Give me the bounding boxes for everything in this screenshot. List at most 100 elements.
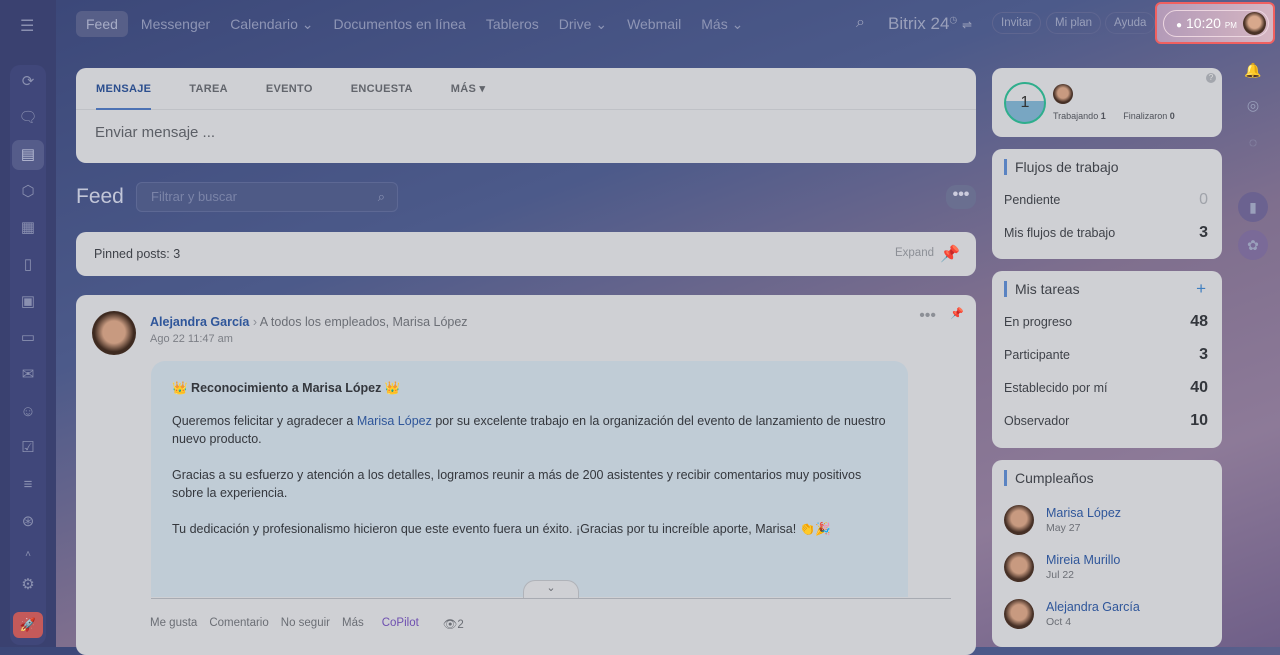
settings-icon[interactable]: ⚙	[12, 570, 44, 600]
copilot-icon[interactable]: ◎	[1238, 90, 1268, 120]
tab-more[interactable]: MÁS ▾	[451, 68, 486, 110]
contacts-icon[interactable]: ☺	[12, 397, 44, 427]
nav-drive[interactable]: Drive ⌄	[549, 11, 617, 38]
birthday-item[interactable]: Mireia Murillo Jul 22	[992, 543, 1222, 590]
row-value: 40	[1190, 378, 1208, 396]
message-input[interactable]: Enviar mensaje ...	[76, 110, 976, 155]
bell-icon[interactable]: 🔔	[1238, 55, 1268, 85]
post-text: Tu dedicación y profesionalismo hicieron…	[172, 522, 831, 536]
pin-icon[interactable]: 📌	[940, 244, 960, 264]
chat-icon[interactable]: ◌	[1238, 127, 1268, 157]
recipients[interactable]: A todos los empleados, Marisa López	[260, 315, 468, 329]
post-text: Gracias a su esfuerzo y atención a los d…	[172, 468, 862, 500]
task-row[interactable]: Participante 3	[992, 338, 1222, 371]
filter-icon[interactable]: ≡	[12, 470, 44, 500]
documents-icon[interactable]: ▯	[12, 250, 44, 280]
task-row[interactable]: Observador 10	[992, 404, 1222, 437]
more-button[interactable]: Más	[342, 617, 364, 631]
person-name[interactable]: Mireia Murillo	[1046, 553, 1120, 567]
row-label: Mis flujos de trabajo	[1004, 225, 1116, 240]
expand-chevron-icon[interactable]: ⌄	[523, 580, 579, 598]
pin-icon[interactable]: 📌	[950, 307, 964, 320]
user-avatar[interactable]	[1053, 84, 1073, 104]
feed-icon[interactable]: ▤	[12, 140, 44, 170]
workflows-title[interactable]: Flujos de trabajo	[1004, 159, 1222, 175]
post-menu-icon[interactable]: •••	[919, 307, 936, 325]
row-value: 3	[1199, 345, 1208, 363]
rocket-icon[interactable]: 🚀	[13, 612, 43, 638]
nav-feed[interactable]: Feed	[76, 11, 128, 37]
nav-more[interactable]: Más ⌄	[691, 11, 753, 38]
worktime-highlight: ● 10:20 PM	[1155, 2, 1275, 44]
copilot-button[interactable]: CoPilot	[382, 617, 419, 631]
tab-poll[interactable]: ENCUESTA	[351, 68, 413, 110]
working-value: 1	[1100, 111, 1106, 121]
brand-logo[interactable]: Bitrix 24◷ ⇌	[888, 14, 972, 34]
author-avatar[interactable]	[92, 311, 136, 355]
worktime-clock-button[interactable]: ● 10:20 PM	[1163, 10, 1269, 37]
like-button[interactable]: Me gusta	[150, 617, 197, 631]
finished-value: 0	[1169, 111, 1175, 121]
settings-sliders-icon[interactable]: ⇌	[962, 18, 972, 32]
row-label: Observador	[1004, 413, 1070, 428]
invite-button[interactable]: Invitar	[992, 12, 1042, 34]
person-name[interactable]: Marisa López	[1046, 506, 1121, 520]
task-row[interactable]: Establecido por mí 40	[992, 371, 1222, 404]
unfollow-button[interactable]: No seguir	[281, 617, 330, 631]
comment-button[interactable]: Comentario	[209, 617, 268, 631]
tab-task[interactable]: TAREA	[189, 68, 228, 110]
mail-icon[interactable]: ✉	[12, 360, 44, 390]
composer: MENSAJE TAREA EVENTO ENCUESTA MÁS ▾ Envi…	[76, 68, 976, 163]
birthdays-title[interactable]: Cumpleaños	[1004, 470, 1222, 486]
tasks-title[interactable]: Mis tareas	[1004, 281, 1222, 297]
collab-icon[interactable]: ⟳	[12, 67, 44, 97]
messenger-icon[interactable]: 🗨	[12, 103, 44, 133]
nav-boards[interactable]: Tableros	[476, 11, 549, 37]
user-avatar[interactable]	[1243, 12, 1266, 35]
birthday-item[interactable]: Alejandra García Oct 4	[992, 590, 1222, 637]
help-button[interactable]: Ayuda	[1105, 12, 1156, 34]
boards-icon[interactable]: ▣	[12, 287, 44, 317]
calendar-icon[interactable]: ▦	[12, 213, 44, 243]
tab-message[interactable]: MENSAJE	[96, 68, 152, 110]
app-icon[interactable]: ▮	[1238, 192, 1268, 222]
tasks-icon[interactable]: ☑	[12, 433, 44, 463]
bot-icon[interactable]: ⊛	[12, 507, 44, 537]
tab-event[interactable]: EVENTO	[266, 68, 313, 110]
working-count-circle[interactable]: 1	[1004, 82, 1046, 124]
post-title: Reconocimiento a Marisa López	[191, 381, 382, 395]
groups-icon[interactable]: ⬡	[12, 177, 44, 207]
nav-messenger[interactable]: Messenger	[131, 11, 220, 37]
plan-button[interactable]: Mi plan	[1046, 12, 1102, 34]
birthday-item[interactable]: Marisa López May 27	[992, 496, 1222, 543]
author-link[interactable]: Alejandra García	[150, 315, 249, 329]
page-title: Feed	[76, 185, 124, 208]
task-row[interactable]: En progreso 48	[992, 305, 1222, 338]
add-task-icon[interactable]: +	[1196, 279, 1206, 299]
collapse-icon[interactable]: ˄	[12, 540, 44, 570]
workflow-row-pending[interactable]: Pendiente 0	[992, 183, 1222, 216]
app-icon[interactable]: ✿	[1238, 230, 1268, 260]
nav-documents[interactable]: Documentos en línea	[324, 11, 476, 37]
filter-search-input[interactable]: Filtrar y buscar ⌕	[136, 182, 398, 212]
birthday-date: May 27	[1046, 521, 1081, 534]
help-icon[interactable]: ?	[1206, 73, 1216, 83]
feed-more-button[interactable]: •••	[946, 185, 976, 209]
row-label: En progreso	[1004, 314, 1073, 329]
workflow-row-mine[interactable]: Mis flujos de trabajo 3	[992, 216, 1222, 249]
nav-calendar[interactable]: Calendario ⌄	[220, 11, 323, 38]
chevron-right-icon: ›	[252, 315, 260, 329]
mention-link[interactable]: Marisa López	[357, 414, 432, 428]
expand-link[interactable]: Expand	[895, 247, 934, 259]
menu-icon[interactable]: ☰	[20, 16, 34, 36]
person-name[interactable]: Alejandra García	[1046, 600, 1140, 614]
pinned-label: Pinned posts: 3	[94, 247, 181, 261]
search-icon[interactable]: ⌕	[856, 14, 865, 32]
post-date[interactable]: Ago 22 11:47 am	[150, 333, 233, 345]
post-body: 👑 Reconocimiento a Marisa López 👑 Querem…	[151, 361, 908, 597]
eye-icon: 👁	[442, 619, 458, 631]
nav-webmail[interactable]: Webmail	[617, 11, 691, 37]
drive-icon[interactable]: ▭	[12, 323, 44, 353]
row-value: 0	[1199, 190, 1208, 208]
crown-icon: 👑	[381, 381, 401, 395]
